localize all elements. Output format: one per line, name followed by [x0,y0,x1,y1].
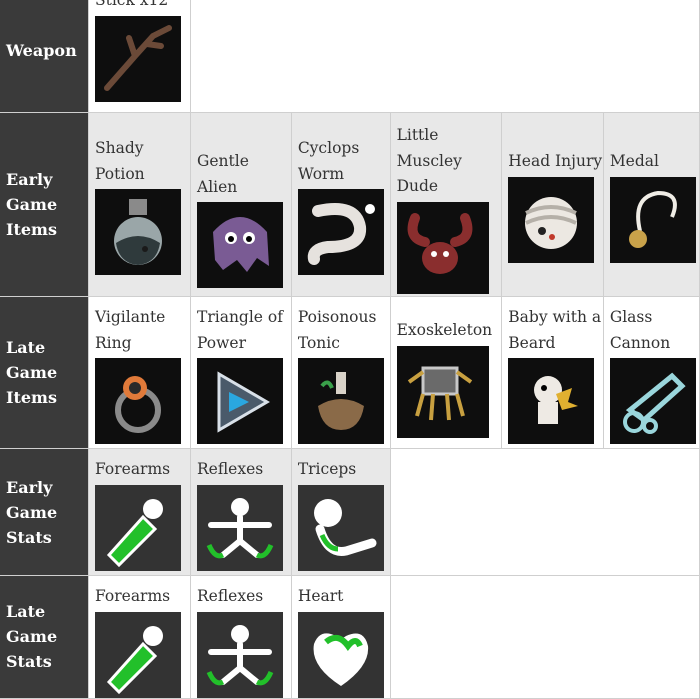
item-label: Vigilante Ring [95,308,166,352]
triangle-of-power-icon [197,358,283,444]
item-label: Stick x12 [95,0,169,9]
item-label: Triangle of Power [197,308,283,352]
build-table: Weapon Stick x12 Early Game Items Shady Po… [0,0,700,699]
item-cell: Triceps [290,448,391,576]
item-label: Poisonous Tonic [297,308,377,352]
gentle-alien-icon [197,202,283,288]
item-cell: Reflexes [190,448,292,576]
item-label: Reflexes [197,587,264,605]
table-row-weapon: Weapon Stick x12 [0,0,700,113]
item-cell: Poisonous Tonic [290,296,391,449]
item-label: Head Injury [508,152,603,170]
item-cell: Exoskeleton [389,296,503,449]
item-label: Heart [297,587,344,605]
forearms-icon [95,484,181,571]
item-label: Forearms [95,460,171,478]
table-row-early-stats: Early Game Stats Forearms Reflexes Triceps [0,448,700,576]
table-row-early-items: Early Game Items Shady Potion Gentle Alien… [0,112,700,297]
poisonous-tonic-icon [297,358,384,444]
item-label: Gentle Alien [197,152,249,196]
row-header: Late Game Stats [0,575,89,699]
item-cell: Head Injury [501,112,604,297]
item-cell: Stick x12 [88,0,191,113]
glass-cannon-icon [609,358,696,444]
table-row-late-stats: Late Game Stats Forearms Reflexes Heart [0,575,700,699]
item-cell: Medal [602,112,700,297]
row-header: Early Game Items [0,112,89,297]
item-cell: Reflexes [190,575,292,699]
item-label: Forearms [95,587,171,605]
reflexes-icon [197,611,283,698]
item-label: Glass Cannon [609,308,671,352]
exoskeleton-icon [396,345,489,438]
medal-icon [609,176,696,263]
reflexes-icon [197,484,283,571]
stick-icon [95,15,181,102]
item-label: Baby with a Beard [508,308,602,352]
item-label: Little Muscley Dude [396,126,462,195]
item-cell: Baby with a Beard [501,296,604,449]
item-cell: Forearms [88,575,191,699]
row-header: Late Game Items [0,296,89,449]
item-cell: Heart [290,575,391,699]
triceps-icon [297,484,384,571]
head-injury-icon [508,176,595,263]
forearms-icon [95,611,181,698]
item-cell: Triangle of Power [190,296,292,449]
item-label: Shady Potion [95,139,145,183]
cyclops-worm-icon [297,189,384,275]
little-muscley-dude-icon [396,201,489,294]
item-label: Exoskeleton [396,321,493,339]
item-cell: Vigilante Ring [88,296,191,449]
item-label: Medal [609,152,659,170]
item-label: Triceps [297,460,357,478]
row-header: Weapon [0,0,89,113]
item-cell: Forearms [88,448,191,576]
vigilante-ring-icon [95,358,181,444]
row-header: Early Game Stats [0,448,89,576]
item-cell: Little Muscley Dude [389,112,503,297]
shady-potion-icon [95,189,181,275]
table-row-late-items: Late Game Items Vigilante Ring Triangle of… [0,296,700,449]
item-cell: Cyclops Worm [290,112,391,297]
baby-with-a-beard-icon [508,358,595,444]
item-cell: Shady Potion [88,112,191,297]
heart-icon [297,611,384,698]
item-cell: Glass Cannon [602,296,700,449]
item-cell: Gentle Alien [190,112,292,297]
item-label: Cyclops Worm [297,139,360,183]
item-label: Reflexes [197,460,264,478]
